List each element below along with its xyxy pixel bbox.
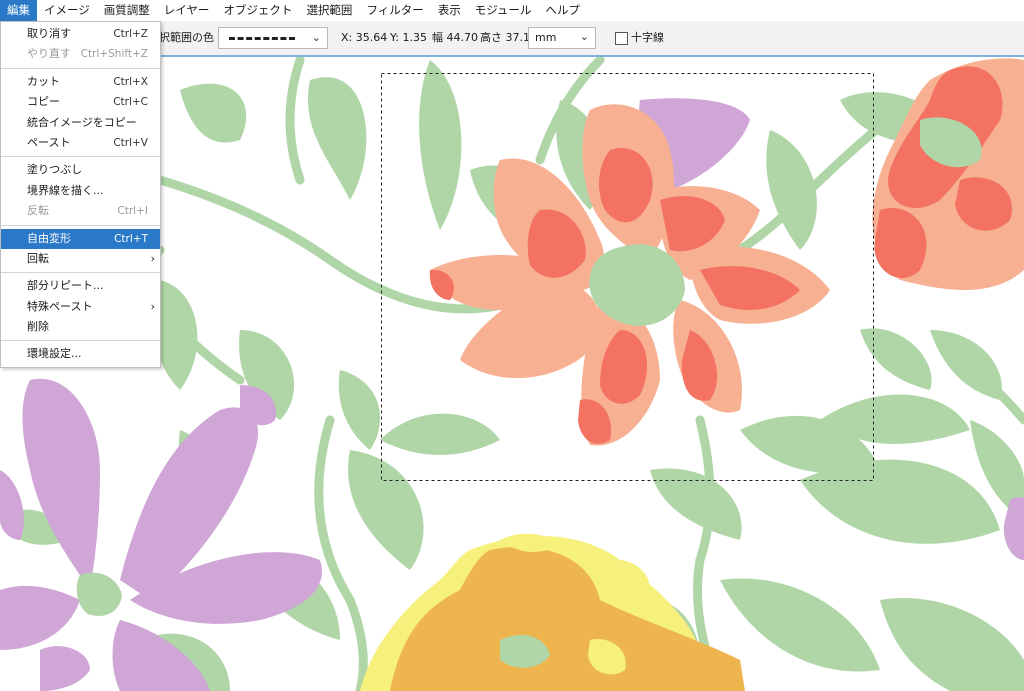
menu-separator bbox=[1, 340, 160, 342]
shortcut-label: Ctrl+Z bbox=[113, 28, 148, 40]
shortcut-label: Ctrl+T bbox=[114, 232, 148, 245]
menu-module[interactable]: モジュール bbox=[468, 0, 539, 21]
menu-item-copy[interactable]: コピー Ctrl+C bbox=[1, 92, 160, 112]
menu-object[interactable]: オブジェクト bbox=[216, 0, 299, 21]
selection-line-style-dropdown[interactable]: ⌄ bbox=[218, 27, 328, 49]
crosshair-checkbox[interactable] bbox=[615, 32, 628, 45]
shortcut-label: Ctrl+I bbox=[117, 205, 148, 218]
menu-adjust[interactable]: 画質調整 bbox=[97, 0, 157, 21]
shortcut-label: Ctrl+Shift+Z bbox=[80, 48, 148, 61]
menu-item-undo[interactable]: 取り消す Ctrl+Z bbox=[1, 24, 160, 44]
chevron-down-icon: ⌄ bbox=[579, 30, 589, 43]
width-readout: 幅 44.70 bbox=[432, 31, 478, 44]
menu-selection[interactable]: 選択範囲 bbox=[299, 0, 359, 21]
menu-layer[interactable]: レイヤー bbox=[157, 0, 217, 21]
menu-item-redo[interactable]: やり直す Ctrl+Shift+Z bbox=[1, 44, 160, 64]
shortcut-label: Ctrl+X bbox=[113, 75, 148, 88]
menu-item-partial-repeat[interactable]: 部分リピート... bbox=[1, 276, 160, 296]
chevron-down-icon: ⌄ bbox=[311, 31, 321, 44]
menu-item-label: 削除 bbox=[27, 320, 49, 334]
flower-bottom bbox=[360, 533, 745, 691]
menu-item-label: やり直す bbox=[27, 47, 71, 61]
menu-item-label: ペースト bbox=[27, 135, 71, 149]
menu-item-label: カット bbox=[27, 74, 60, 88]
menu-item-paste-special[interactable]: 特殊ペースト › bbox=[1, 297, 160, 317]
menu-item-delete[interactable]: 削除 bbox=[1, 317, 160, 337]
menu-separator bbox=[1, 272, 160, 274]
menu-bar: 編集 イメージ 画質調整 レイヤー オブジェクト 選択範囲 フィルター 表示 モ… bbox=[0, 0, 1024, 21]
chevron-right-icon: › bbox=[150, 251, 155, 265]
selection-color-label: 択範囲の色 bbox=[159, 31, 214, 44]
menu-item-invert[interactable]: 反転 Ctrl+I bbox=[1, 201, 160, 221]
menu-item-label: 反転 bbox=[27, 204, 49, 218]
menu-item-rotate[interactable]: 回転 › bbox=[1, 249, 160, 269]
unit-dropdown[interactable]: mm ⌄ bbox=[528, 27, 596, 49]
menu-item-label: 環境設定... bbox=[27, 347, 82, 361]
menu-item-label: 境界線を描く... bbox=[27, 183, 104, 197]
menu-item-fill[interactable]: 塗りつぶし bbox=[1, 160, 160, 180]
dashed-line-preview bbox=[229, 37, 295, 40]
menu-item-free-transform[interactable]: 自由変形 Ctrl+T bbox=[1, 228, 160, 249]
menu-item-preferences[interactable]: 環境設定... bbox=[1, 344, 160, 364]
menu-edit[interactable]: 編集 bbox=[0, 0, 37, 21]
y-readout: Y: 1.35 bbox=[390, 31, 427, 44]
menu-item-copy-merged[interactable]: 統合イメージをコピー bbox=[1, 113, 160, 133]
menu-item-label: 部分リピート... bbox=[27, 279, 104, 293]
menu-item-label: 塗りつぶし bbox=[27, 163, 83, 177]
shortcut-label: Ctrl+V bbox=[113, 136, 148, 149]
menu-filter[interactable]: フィルター bbox=[359, 0, 430, 21]
menu-item-label: 特殊ペースト bbox=[27, 299, 93, 313]
menu-item-label: コピー bbox=[27, 95, 60, 109]
chevron-right-icon: › bbox=[150, 299, 155, 313]
menu-separator bbox=[1, 67, 160, 69]
x-readout: X: 35.64 bbox=[341, 31, 388, 44]
menu-view[interactable]: 表示 bbox=[431, 0, 468, 21]
menu-item-label: 回転 bbox=[27, 251, 49, 265]
menu-separator bbox=[1, 156, 160, 158]
menu-item-cut[interactable]: カット Ctrl+X bbox=[1, 72, 160, 92]
menu-item-label: 取り消す bbox=[27, 27, 71, 40]
menu-item-label: 統合イメージをコピー bbox=[27, 115, 137, 129]
menu-item-stroke[interactable]: 境界線を描く... bbox=[1, 181, 160, 201]
menu-item-label: 自由変形 bbox=[27, 231, 71, 245]
flower-top-right bbox=[872, 58, 1024, 291]
menu-separator bbox=[1, 224, 160, 226]
unit-value: mm bbox=[535, 31, 557, 44]
crosshair-label: 十字線 bbox=[631, 31, 664, 44]
menu-help[interactable]: ヘルプ bbox=[538, 0, 587, 21]
menu-item-paste[interactable]: ペースト Ctrl+V bbox=[1, 133, 160, 153]
edit-menu-dropdown: 取り消す Ctrl+Z やり直す Ctrl+Shift+Z カット Ctrl+X… bbox=[0, 21, 161, 368]
menu-image[interactable]: イメージ bbox=[37, 0, 97, 21]
shortcut-label: Ctrl+C bbox=[113, 96, 148, 109]
